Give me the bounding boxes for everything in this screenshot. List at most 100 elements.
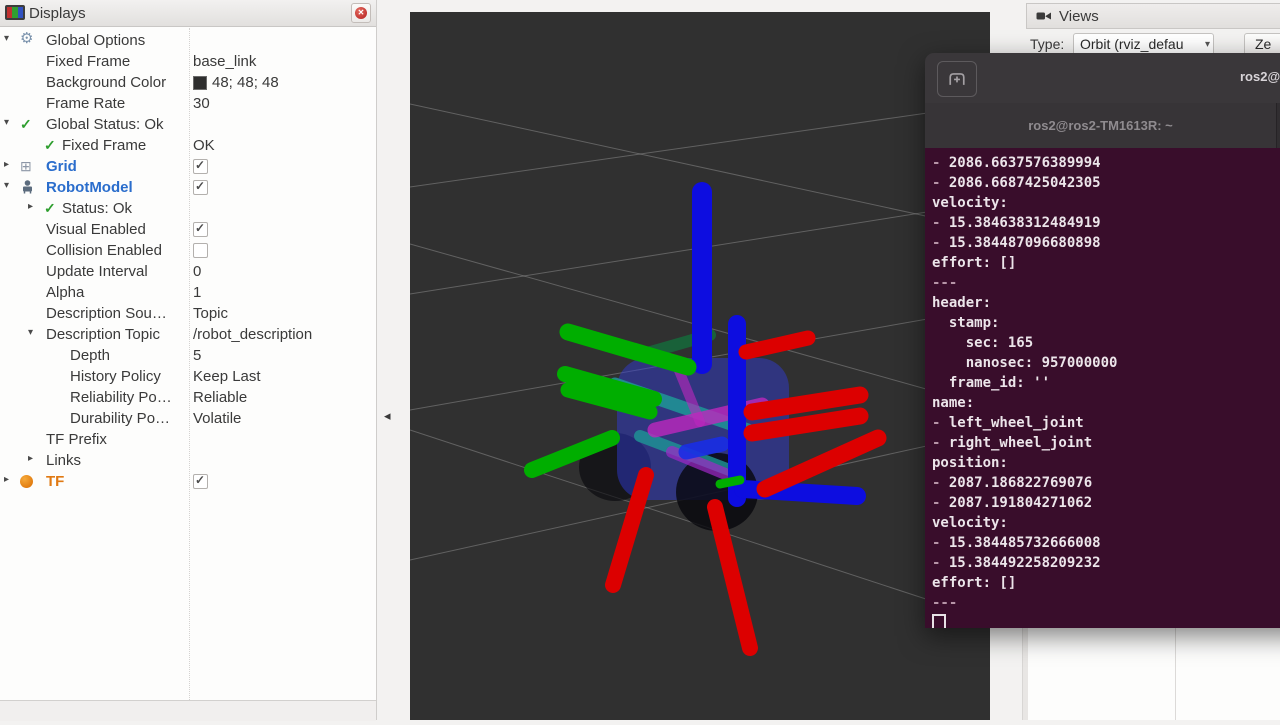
- value-text: 0: [193, 263, 201, 280]
- grid-icon: ⊞: [20, 158, 32, 174]
- property-value[interactable]: Reliable: [193, 389, 247, 406]
- terminal-window[interactable]: ros2@ ros2@ros2-TM1613R: ~ - 2086.663757…: [925, 53, 1280, 628]
- display-row-robot-model[interactable]: ▾ RobotModel: [0, 177, 375, 198]
- status-ok-check-icon: ✓: [44, 137, 56, 153]
- property-value[interactable]: 30: [193, 95, 210, 112]
- expand-arrow-icon[interactable]: ▸: [28, 201, 33, 212]
- display-row-background-color[interactable]: Background Color48; 48; 48: [0, 72, 375, 93]
- collapse-arrow-icon[interactable]: ▾: [28, 327, 33, 338]
- terminal-line: stamp:: [932, 313, 1280, 333]
- views-panel-title: Views: [1059, 8, 1099, 25]
- display-row-grid[interactable]: ▸ ⊞ Grid: [0, 156, 375, 177]
- value-text: /robot_description: [193, 326, 312, 343]
- property-value[interactable]: /robot_description: [193, 326, 312, 343]
- property-label: Links: [46, 452, 81, 469]
- property-value[interactable]: [193, 221, 208, 237]
- display-row-reliability-policy[interactable]: Reliability Po…Reliable: [0, 387, 375, 408]
- display-row-frame-rate[interactable]: Frame Rate 30: [0, 93, 375, 114]
- checkbox-checked[interactable]: [193, 159, 208, 174]
- display-row-robot-status[interactable]: ▸ ✓ Status: Ok: [0, 198, 375, 219]
- expand-arrow-icon[interactable]: ▸: [4, 474, 9, 485]
- terminal-line: velocity:: [932, 513, 1280, 533]
- terminal-line: velocity:: [932, 193, 1280, 213]
- collapse-arrow-icon[interactable]: ▾: [4, 33, 9, 44]
- collapse-arrow-icon[interactable]: ▾: [4, 117, 9, 128]
- value-text: Reliable: [193, 389, 247, 406]
- property-value[interactable]: [193, 158, 208, 174]
- property-label: Description Topic: [46, 326, 160, 343]
- value-text: Volatile: [193, 410, 241, 427]
- display-row-history-policy[interactable]: History Policy Keep Last: [0, 366, 375, 387]
- property-value[interactable]: 1: [193, 284, 201, 301]
- terminal-line: - 15.384487096680898: [932, 233, 1280, 253]
- property-value[interactable]: [193, 473, 208, 489]
- property-label: Description Sou…: [46, 305, 167, 322]
- property-label: Status: Ok: [62, 200, 132, 217]
- property-value[interactable]: Topic: [193, 305, 228, 322]
- display-row-durability-policy[interactable]: Durability Po…Volatile: [0, 408, 375, 429]
- value-text: Topic: [193, 305, 228, 322]
- checkbox-unchecked[interactable]: [193, 243, 208, 258]
- new-tab-icon: [946, 69, 968, 89]
- collapse-arrow-icon[interactable]: ▾: [4, 180, 9, 191]
- checkbox-checked[interactable]: [193, 222, 208, 237]
- display-row-fixed-frame-status[interactable]: ✓ Fixed Frame OK: [0, 135, 375, 156]
- terminal-line: effort: []: [932, 573, 1280, 593]
- property-value[interactable]: Keep Last: [193, 368, 261, 385]
- display-row-alpha[interactable]: Alpha1: [0, 282, 375, 303]
- property-value[interactable]: Volatile: [193, 410, 241, 427]
- terminal-line: nanosec: 957000000: [932, 353, 1280, 373]
- 3d-viewport[interactable]: [410, 12, 990, 720]
- display-row-update-interval[interactable]: Update Interval0: [0, 261, 375, 282]
- property-label: Fixed Frame: [62, 137, 146, 154]
- terminal-line: - 15.384638312484919: [932, 213, 1280, 233]
- property-value[interactable]: base_link: [193, 53, 256, 70]
- display-row-tf-prefix[interactable]: TF Prefix: [0, 429, 375, 450]
- value-text: Keep Last: [193, 368, 261, 385]
- checkbox-checked[interactable]: [193, 474, 208, 489]
- robot-model: [532, 192, 878, 648]
- property-value[interactable]: 5: [193, 347, 201, 364]
- display-row-links[interactable]: ▸ Links: [0, 450, 375, 471]
- property-value[interactable]: [193, 242, 208, 258]
- terminal-line: - left_wheel_joint: [932, 413, 1280, 433]
- checkbox-checked[interactable]: [193, 180, 208, 195]
- property-value[interactable]: [193, 179, 208, 195]
- property-label: Fixed Frame: [46, 53, 130, 70]
- property-label: Frame Rate: [46, 95, 125, 112]
- expand-arrow-icon[interactable]: ▸: [28, 453, 33, 464]
- property-value[interactable]: OK: [193, 137, 215, 154]
- display-row-collision-enabled[interactable]: Collision Enabled: [0, 240, 375, 261]
- displays-titlebar[interactable]: Displays ✕: [0, 0, 376, 27]
- camera-icon: [1036, 9, 1052, 23]
- property-value[interactable]: 48; 48; 48: [193, 74, 279, 91]
- terminal-line: name:: [932, 393, 1280, 413]
- terminal-tab[interactable]: ros2@ros2-TM1613R: ~: [925, 103, 1277, 148]
- property-value[interactable]: 0: [193, 263, 201, 280]
- tf-warning-icon: [20, 473, 33, 491]
- views-titlebar[interactable]: Views: [1026, 3, 1280, 29]
- display-row-visual-enabled[interactable]: Visual Enabled: [0, 219, 375, 240]
- terminal-titlebar[interactable]: ros2@: [925, 53, 1280, 103]
- display-row-global-status[interactable]: ▾✓Global Status: Ok: [0, 114, 375, 135]
- close-panel-button[interactable]: ✕: [351, 3, 371, 23]
- terminal-window-title: ros2@: [1240, 69, 1280, 84]
- property-label: TF Prefix: [46, 431, 107, 448]
- display-row-depth[interactable]: Depth5: [0, 345, 375, 366]
- property-label: History Policy: [70, 368, 161, 385]
- property-label: Grid: [46, 158, 77, 175]
- terminal-line: - 2087.186822769076: [932, 473, 1280, 493]
- terminal-output[interactable]: - 2086.6637576389994- 2086.6687425042305…: [925, 148, 1280, 628]
- status-ok-check-icon: ✓: [44, 200, 56, 216]
- property-label: RobotModel: [46, 179, 133, 196]
- expand-arrow-icon[interactable]: ▸: [4, 159, 9, 170]
- display-row-global-options[interactable]: ▾⚙Global Options: [0, 30, 375, 51]
- display-row-description-topic[interactable]: ▾ Description Topic/robot_description: [0, 324, 375, 345]
- new-tab-button[interactable]: [937, 61, 977, 97]
- display-row-description-source[interactable]: Description Sou… Topic: [0, 303, 375, 324]
- display-row-fixed-frame[interactable]: Fixed Frame base_link: [0, 51, 375, 72]
- panel-collapse-arrow[interactable]: ◂: [384, 408, 391, 424]
- view-type-label: Type:: [1030, 36, 1064, 52]
- display-row-tf[interactable]: ▸TF: [0, 471, 375, 492]
- displays-panel-footer: [0, 700, 376, 721]
